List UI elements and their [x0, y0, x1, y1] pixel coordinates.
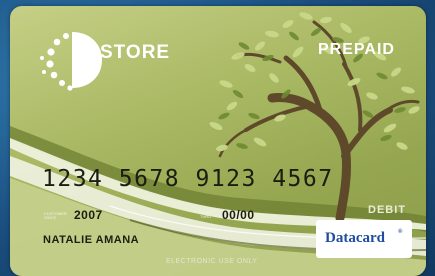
prepaid-card: STORE PREPAID 1234 5678 9123 4567 CUSTOM… — [10, 6, 426, 276]
photo-background: STORE PREPAID 1234 5678 9123 4567 CUSTOM… — [0, 0, 435, 276]
footer-text: ELECTRONIC USE ONLY — [166, 258, 258, 265]
member-since-label: CUSTOMER SINCE — [44, 211, 67, 220]
dotted-circle-logo-icon — [40, 32, 102, 91]
debit-label: DEBIT — [368, 204, 406, 216]
registered-mark: ® — [398, 229, 403, 235]
valid-thru-label: VALID THRU — [200, 210, 212, 219]
valid-thru-value: 00/00 — [222, 208, 255, 222]
card-number: 1234 5678 9123 4567 — [42, 166, 334, 192]
store-brand-name: STORE — [100, 42, 171, 63]
datacard-logo: Datacard ® — [316, 220, 412, 258]
member-since-value: 2007 — [74, 208, 103, 222]
cardholder-name: NATALIE AMANA — [43, 234, 140, 246]
datacard-logo-text: Datacard — [325, 230, 385, 246]
prepaid-label: PREPAID — [318, 41, 395, 58]
